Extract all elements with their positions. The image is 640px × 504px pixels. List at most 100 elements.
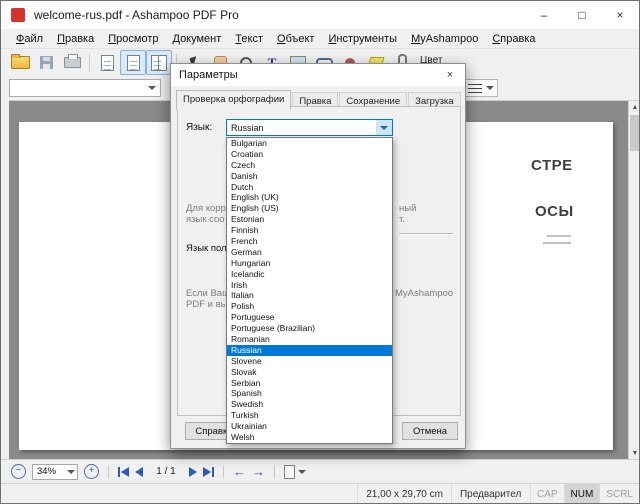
toolbar-icon (127, 55, 140, 71)
menu-item[interactable]: Просмотр (101, 31, 165, 47)
menu-bar: ФайлПравкаПросмотрДокументТекстОбъектИнс… (1, 29, 639, 49)
dictionary-note-fragment: PDF и вы (186, 299, 227, 310)
language-option[interactable]: Spanish (227, 388, 392, 399)
dialog-close-icon[interactable]: × (435, 64, 465, 86)
language-option[interactable]: Russian (227, 345, 392, 356)
language-option[interactable]: English (UK) (227, 192, 392, 203)
dictionary-note-fragment: MyAshampoo (395, 288, 453, 299)
dialog-tab[interactable]: Проверка орфографии (176, 90, 291, 110)
dictionary-note-fragment: Если Ваш (186, 288, 230, 299)
window-controls: – □ × (525, 1, 639, 29)
close-button[interactable]: × (601, 1, 639, 29)
menu-item[interactable]: Текст (228, 31, 270, 47)
facing-pages-view-icon[interactable] (146, 50, 172, 75)
language-option[interactable]: Icelandic (227, 269, 392, 280)
language-option[interactable]: Bulgarian (227, 138, 392, 149)
language-option[interactable]: Ukrainian (227, 421, 392, 432)
divider (108, 465, 109, 479)
language-option[interactable]: Irish (227, 280, 392, 291)
language-option[interactable]: Estonian (227, 214, 392, 225)
document-heading-fragment: СТРЕ (531, 157, 573, 174)
language-option[interactable]: Czech (227, 160, 392, 171)
zoom-in-icon[interactable]: + (84, 464, 99, 479)
last-page-button[interactable] (203, 467, 214, 477)
toolbar-icon (40, 56, 53, 69)
open-file-icon[interactable] (7, 50, 33, 75)
language-option[interactable]: Portuguese (227, 312, 392, 323)
language-option[interactable]: Italian (227, 290, 392, 301)
document-heading-fragment: ОСЫ (535, 203, 574, 220)
continuous-view-icon[interactable] (120, 50, 146, 75)
next-page-button[interactable] (189, 467, 197, 477)
language-option[interactable]: Polish (227, 301, 392, 312)
zoom-level-combobox[interactable]: 34% (32, 464, 78, 480)
view-mode-dropdown[interactable] (284, 465, 306, 479)
spellcheck-note-fragment: Для корр (186, 203, 226, 214)
scroll-up-icon[interactable]: ▲ (629, 101, 640, 114)
chevron-down-icon (298, 470, 306, 478)
zoom-toolbar: − 34% + 1 / 1 ← → (1, 459, 639, 483)
cancel-button[interactable]: Отмена (402, 422, 458, 440)
single-page-view-icon[interactable] (94, 50, 120, 75)
language-combobox[interactable]: Russian (226, 119, 393, 136)
document-text-line (543, 242, 571, 244)
num-lock-indicator: NUM (564, 484, 600, 504)
menu-item[interactable]: Правка (50, 31, 101, 47)
options-dialog: Параметры × Проверка орфографииПравкаСох… (170, 63, 466, 449)
language-option[interactable]: Welsh (227, 432, 392, 443)
language-option[interactable]: Hungarian (227, 258, 392, 269)
language-option[interactable]: Danish (227, 171, 392, 182)
page-view-icon (284, 465, 295, 479)
language-option[interactable]: Swedish (227, 399, 392, 410)
chevron-down-icon (380, 126, 388, 134)
menu-item[interactable]: Документ (165, 31, 228, 47)
first-page-button[interactable] (118, 467, 129, 477)
forward-button[interactable]: → (252, 465, 265, 478)
minimize-button[interactable]: – (525, 1, 563, 29)
toolbar-button (89, 54, 90, 72)
dialog-title: Параметры (171, 69, 238, 81)
back-button[interactable]: ← (233, 465, 246, 478)
zoom-level-value: 34% (33, 466, 67, 477)
language-option[interactable]: Portuguese (Brazilian) (227, 323, 392, 334)
print-icon[interactable] (59, 50, 85, 75)
divider (274, 465, 275, 479)
zoom-out-icon[interactable]: − (11, 464, 26, 479)
language-label: Язык: (186, 122, 212, 133)
language-option[interactable]: Romanian (227, 334, 392, 345)
language-option[interactable]: Slovak (227, 367, 392, 378)
language-option[interactable]: Finnish (227, 225, 392, 236)
font-combobox[interactable] (9, 79, 161, 97)
previous-page-button[interactable] (135, 467, 143, 477)
maximize-button[interactable]: □ (563, 1, 601, 29)
chevron-down-icon (148, 86, 156, 94)
chevron-down-icon (67, 470, 75, 478)
vertical-scrollbar[interactable]: ▲ ▼ (628, 101, 640, 459)
combobox-button[interactable] (376, 120, 392, 135)
toolbar-icon (11, 56, 30, 69)
scrollbar-thumb[interactable] (630, 115, 639, 151)
line-style-dropdown[interactable] (464, 79, 498, 97)
page-size-status: 21,00 x 29,70 cm (357, 484, 451, 504)
menu-item[interactable]: Файл (9, 31, 50, 47)
save-icon[interactable] (33, 50, 59, 75)
language-option[interactable]: German (227, 247, 392, 258)
scroll-down-icon[interactable]: ▼ (629, 447, 640, 459)
menu-item[interactable]: Объект (270, 31, 321, 47)
menu-item[interactable]: MyAshampoo (404, 31, 485, 47)
language-option[interactable]: English (US) (227, 203, 392, 214)
language-option[interactable]: French (227, 236, 392, 247)
spellcheck-note-fragment: язык соо (186, 214, 225, 225)
toolbar-icon (64, 57, 81, 68)
language-option[interactable]: Turkish (227, 410, 392, 421)
language-dropdown-list: BulgarianCroatianCzechDanishDutchEnglish… (226, 137, 393, 444)
language-option[interactable]: Dutch (227, 182, 392, 193)
language-option[interactable]: Croatian (227, 149, 392, 160)
app-icon (11, 8, 25, 22)
language-option[interactable]: Slovene (227, 356, 392, 367)
menu-item[interactable]: Инструменты (321, 31, 404, 47)
menu-item[interactable]: Справка (485, 31, 542, 47)
document-text-line (547, 235, 571, 237)
toolbar-icon (101, 55, 114, 71)
language-option[interactable]: Serbian (227, 378, 392, 389)
